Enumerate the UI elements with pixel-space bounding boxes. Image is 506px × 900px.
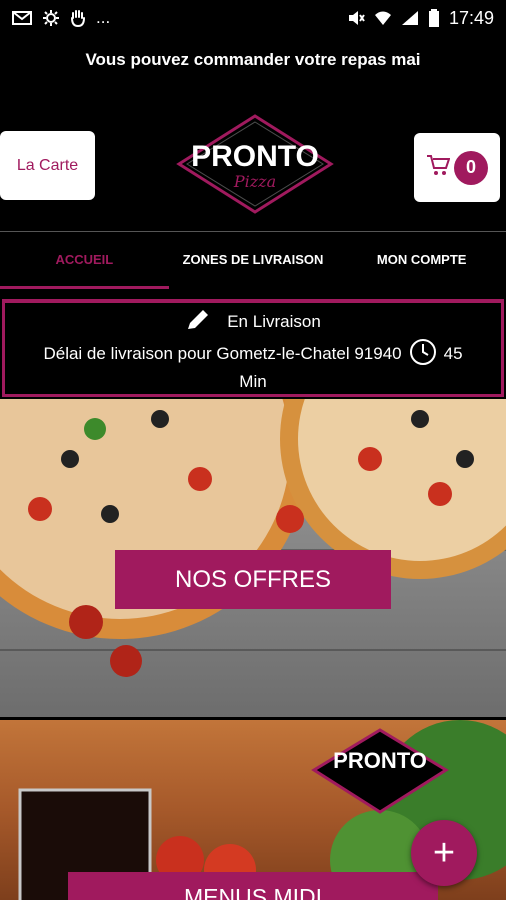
la-carte-button[interactable]: La Carte — [0, 131, 95, 200]
nos-offres-button[interactable]: NOS OFFRES — [115, 550, 391, 609]
tab-bar: ACCUEIL ZONES DE LIVRAISON MON COMPTE — [0, 231, 506, 289]
delivery-info-box[interactable]: En Livraison Délai de livraison pour Gom… — [2, 299, 504, 397]
wifi-icon — [374, 10, 392, 26]
status-more: ... — [96, 8, 111, 27]
status-bar: ... 17:49 — [0, 0, 506, 36]
status-left-icons: ... — [12, 8, 110, 28]
status-time: 17:49 — [448, 7, 494, 28]
delivery-line: Délai de livraison pour Gometz-le-Chatel… — [43, 344, 402, 363]
tab-zones-de-livraison[interactable]: ZONES DE LIVRAISON — [169, 232, 338, 289]
battery-icon — [428, 9, 440, 27]
pencil-icon[interactable] — [185, 308, 211, 337]
cart-icon — [426, 154, 451, 181]
hand-icon — [70, 9, 86, 27]
signal-icon — [401, 10, 419, 26]
mail-icon — [12, 11, 32, 25]
cart-button[interactable]: 0 — [414, 133, 500, 202]
menus-logo-text: PRONTO — [333, 748, 427, 773]
delivery-unit: Min — [239, 372, 267, 391]
menus-midi-button[interactable]: MENUS MIDI — [68, 872, 438, 900]
delivery-minutes: 45 — [443, 344, 463, 363]
cart-count-badge: 0 — [454, 150, 488, 185]
settings-icon — [42, 9, 60, 27]
add-fab-button[interactable]: + — [411, 820, 477, 886]
pronto-pizza-logo[interactable]: PRONTO Pizza — [175, 112, 335, 216]
logo-main-text: PRONTO — [191, 140, 319, 173]
delivery-mode: En Livraison — [227, 312, 321, 331]
tab-accueil[interactable]: ACCUEIL — [0, 232, 169, 289]
status-right-icons: 17:49 — [347, 8, 494, 29]
clock-icon — [408, 337, 438, 372]
marquee-text: Vous pouvez commander votre repas mai — [85, 50, 421, 69]
logo-sub-text: Pizza — [233, 172, 277, 191]
mute-icon — [347, 9, 365, 27]
tab-mon-compte[interactable]: MON COMPTE — [337, 232, 506, 289]
